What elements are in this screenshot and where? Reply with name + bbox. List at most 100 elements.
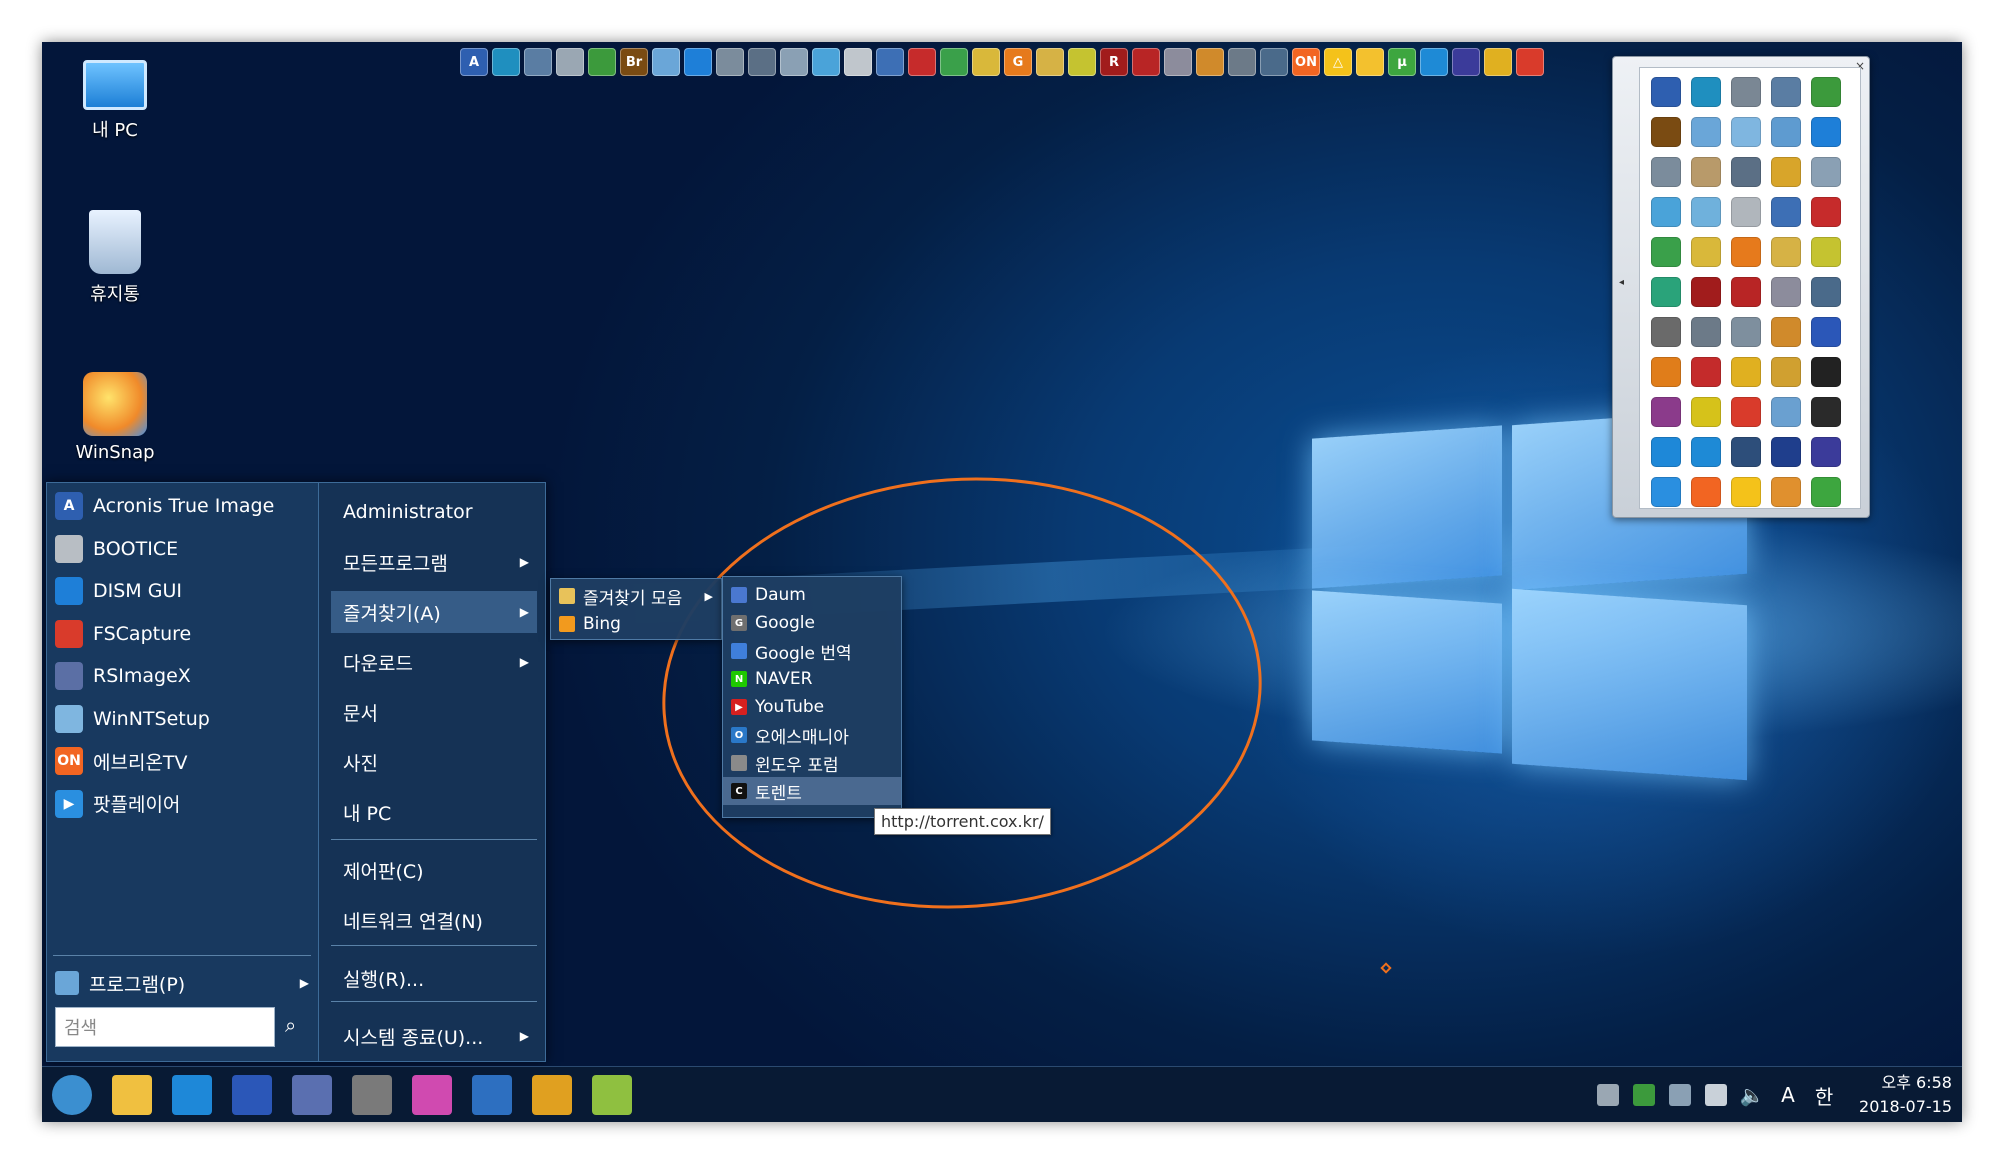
fscapture-icon[interactable] [1516,48,1544,76]
tools-icon[interactable] [1731,157,1761,187]
winrar-icon[interactable] [1651,397,1681,427]
g-icon[interactable]: G [1004,48,1032,76]
run-item[interactable]: 실행(R)... [331,957,537,999]
favorite-link[interactable]: G Google [723,609,901,637]
hdd2-icon[interactable] [1260,48,1288,76]
phone-icon[interactable] [1651,197,1681,227]
control-panel-item[interactable]: 제어판(C) [331,849,537,891]
network-icon[interactable] [1651,157,1681,187]
teamviewer-icon[interactable] [1691,437,1721,467]
face-icon[interactable] [1356,48,1384,76]
drive2-icon[interactable] [1651,317,1681,347]
fc-icon[interactable] [1771,437,1801,467]
save-icon[interactable] [232,1075,272,1115]
winsnap-icon[interactable] [1771,397,1801,427]
pinned-item[interactable]: WinNTSetup [55,700,210,738]
network-icon[interactable] [716,48,744,76]
pinned-item[interactable]: ▶ 팟플레이어 [55,785,180,823]
r-icon[interactable] [1691,277,1721,307]
pinned-item[interactable]: ON 에브리온TV [55,742,188,780]
favorite-link[interactable]: C 토렌트 [723,777,901,805]
monitor-icon[interactable] [1771,197,1801,227]
tray-battery-icon[interactable] [1705,1084,1728,1106]
cd-icon[interactable] [1771,277,1801,307]
face-icon[interactable] [1771,477,1801,507]
drive-icon[interactable] [556,48,584,76]
gear-icon[interactable] [1771,157,1801,187]
shutdown-item[interactable]: 시스템 종료(U)... ▶ [331,1015,537,1057]
hdd-icon[interactable] [1811,77,1841,107]
collapse-arrow-icon[interactable]: ◂ [1619,277,1624,288]
start-orb-icon[interactable] [52,1075,92,1115]
monitor-icon[interactable] [876,48,904,76]
save-icon[interactable] [1811,317,1841,347]
favorite-link[interactable]: Google 번역 [723,637,901,665]
tablet-icon[interactable] [1691,197,1721,227]
disk-icon[interactable] [492,48,520,76]
hdd2-icon[interactable] [1811,277,1841,307]
box-icon[interactable] [1771,317,1801,347]
car-icon[interactable] [1811,197,1841,227]
tray-network-icon[interactable] [1633,1084,1656,1106]
notes-icon[interactable] [1731,117,1761,147]
network-icon[interactable] [472,1075,512,1115]
tray-hangul-icon[interactable]: 한 [1813,1084,1835,1109]
wand-icon[interactable] [1771,357,1801,387]
files-icon[interactable] [652,48,680,76]
color-icon[interactable] [412,1075,452,1115]
wizard-icon[interactable] [1036,48,1064,76]
favorite-link[interactable]: Daum [723,581,901,609]
desktop-icon-recycle-bin[interactable]: 휴지통 [60,210,170,306]
favorite-link[interactable]: 윈도우 포럼 [723,749,901,777]
backup-icon[interactable] [1771,77,1801,107]
puzzle-icon[interactable] [1771,117,1801,147]
pinwheel-icon[interactable] [972,48,1000,76]
desktop-icon-my-pc[interactable]: 내 PC [60,50,170,142]
ram-icon[interactable] [1731,317,1761,347]
downloads-item[interactable]: 다운로드 ▶ [331,641,537,683]
backup-icon[interactable] [524,48,552,76]
pictures-item[interactable]: 사진 [331,741,537,783]
box-icon[interactable] [1196,48,1224,76]
everon-icon[interactable] [1691,477,1721,507]
search-input[interactable]: 검색 [55,1007,275,1047]
cube-icon[interactable] [1068,48,1096,76]
favorites-item[interactable]: 즐겨찾기(A) ▶ [331,591,537,633]
car-icon[interactable] [908,48,936,76]
files-icon[interactable] [1691,117,1721,147]
favorite-link[interactable]: ▶ YouTube [723,693,901,721]
ie-icon[interactable] [1651,437,1681,467]
drive-icon[interactable] [1731,77,1761,107]
chip-icon[interactable] [1452,48,1480,76]
everon-icon[interactable]: ON [1292,48,1320,76]
documents-item[interactable]: 문서 [331,691,537,733]
ie-icon[interactable] [172,1075,212,1115]
leaf-icon[interactable] [592,1075,632,1115]
search-icon[interactable]: ⌕ [285,1013,296,1037]
r-icon[interactable]: R [1100,48,1128,76]
bootice-icon[interactable] [844,48,872,76]
usb-icon[interactable] [1811,157,1841,187]
chip-icon[interactable] [1811,437,1841,467]
keys-icon[interactable] [1731,357,1761,387]
display-icon[interactable] [1811,397,1841,427]
cube-icon[interactable] [1811,237,1841,267]
wizard-icon[interactable] [1771,237,1801,267]
rh-icon[interactable] [1651,277,1681,307]
windows-icon[interactable] [684,48,712,76]
usb-stick-icon[interactable] [1691,317,1721,347]
clock[interactable]: 오후 6:58 2018-07-15 [1849,1071,1952,1119]
r-icon[interactable] [532,1075,572,1115]
user-name[interactable]: Administrator [331,491,537,533]
pinwheel-icon[interactable] [1691,237,1721,267]
fscapture-icon[interactable] [1731,397,1761,427]
tray-tool-icon[interactable] [1597,1084,1620,1106]
all-programs-item[interactable]: 모든프로그램 ▶ [331,541,537,583]
favorites-menu-item[interactable]: Bing [551,610,721,638]
pinned-item[interactable]: RSImageX [55,657,191,695]
cd-icon[interactable] [1164,48,1192,76]
diagram-icon[interactable] [1731,437,1761,467]
usb-icon[interactable] [780,48,808,76]
paint-icon[interactable] [940,48,968,76]
keys-icon[interactable] [1484,48,1512,76]
